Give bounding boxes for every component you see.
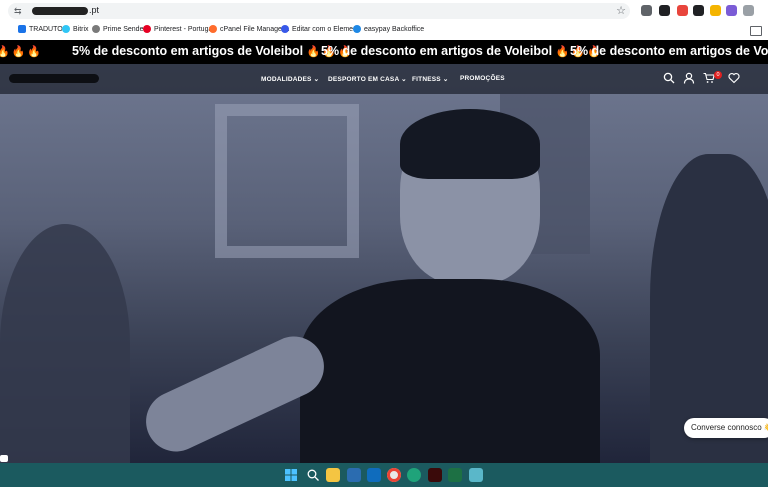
extension-icon[interactable] (710, 5, 721, 16)
ticker-item: 5% de desconto em artigos de Voleibol (570, 44, 768, 58)
logo[interactable] (9, 74, 99, 83)
chevron-down-icon: ⌄ (442, 76, 449, 83)
extension-icon[interactable] (726, 5, 737, 16)
site-header: MODALIDADES ⌄ DESPORTO EM CASA ⌄ FITNESS… (0, 64, 768, 94)
folder-icon[interactable] (750, 26, 762, 36)
bookmark-item[interactable]: cPanel File Manager... (209, 25, 290, 33)
address-bar[interactable]: ⇆ .pt ☆ (8, 3, 630, 19)
excel-icon[interactable] (448, 468, 462, 482)
windows-start-icon[interactable] (284, 468, 298, 482)
heart-icon[interactable] (728, 72, 740, 84)
chat-label: Converse connosco 👋 (691, 423, 768, 432)
app-icon[interactable] (347, 468, 361, 482)
nav-item-modalidades[interactable]: MODALIDADES ⌄ (261, 75, 319, 83)
background-player-shape (0, 224, 130, 463)
bookmark-item[interactable]: Pinterest - Portugal (143, 25, 214, 33)
url-suffix: .pt (89, 5, 100, 15)
nav-item-desporto-em-casa[interactable]: DESPORTO EM CASA ⌄ (328, 75, 407, 83)
chat-widget-button[interactable]: Converse connosco 👋 (684, 418, 768, 438)
tune-icon[interactable]: ⇆ (14, 6, 22, 17)
os-taskbar (0, 463, 768, 487)
ticker-item: 5% de desconto em artigos de Voleibol 🔥🔥… (72, 44, 354, 58)
extension-icon[interactable] (659, 5, 670, 16)
ticker-flames: 🔥🔥🔥 (0, 46, 44, 58)
outlook-icon[interactable] (367, 468, 381, 482)
player-jersey-shape (300, 279, 600, 463)
bookmark-item[interactable]: Bitrix (62, 25, 89, 33)
extension-icon[interactable] (677, 5, 688, 16)
search-icon[interactable] (306, 468, 320, 482)
promo-ticker: 🔥🔥🔥 5% de desconto em artigos de Voleibo… (0, 40, 768, 64)
browser-address-row: ⇆ .pt ☆ (0, 0, 768, 22)
illustrator-icon[interactable] (428, 468, 442, 482)
bookmarks-bar: TRADUTOR Bitrix Prime Sender Pinterest -… (0, 22, 768, 41)
cart-count-badge: 0 (714, 71, 722, 79)
extension-icon[interactable] (693, 5, 704, 16)
bookmark-item[interactable]: Editar com o Eleme... (281, 25, 359, 33)
edge-icon[interactable] (407, 468, 421, 482)
url-redaction (32, 6, 88, 15)
chevron-down-icon: ⌄ (401, 76, 407, 83)
side-widget[interactable] (0, 455, 8, 462)
nav-item-fitness[interactable]: FITNESS ⌄ (412, 75, 449, 83)
backboard-shape (215, 104, 359, 258)
bookmark-item[interactable]: Prime Sender (92, 25, 146, 33)
app-icon[interactable] (469, 468, 483, 482)
ticker-item: 5% de desconto em artigos de Voleibol 🔥🔥… (321, 44, 603, 58)
user-icon[interactable] (683, 72, 695, 84)
extension-icon[interactable] (641, 5, 652, 16)
foreground-player-shape (650, 154, 768, 463)
player-hair-shape (400, 109, 540, 179)
nav-item-promocoes[interactable]: PROMOÇÕES (460, 75, 505, 82)
url-text: .pt (32, 5, 99, 15)
chevron-down-icon: ⌄ (313, 76, 320, 83)
chrome-icon[interactable] (387, 468, 401, 482)
extension-icon[interactable] (743, 5, 754, 16)
file-explorer-icon[interactable] (326, 468, 340, 482)
star-icon[interactable]: ☆ (616, 4, 626, 17)
bookmark-item[interactable]: TRADUTOR (18, 25, 68, 33)
bookmark-item[interactable]: easypay Backoffice (353, 25, 424, 33)
hero-image (0, 64, 768, 463)
search-icon[interactable] (663, 72, 675, 84)
